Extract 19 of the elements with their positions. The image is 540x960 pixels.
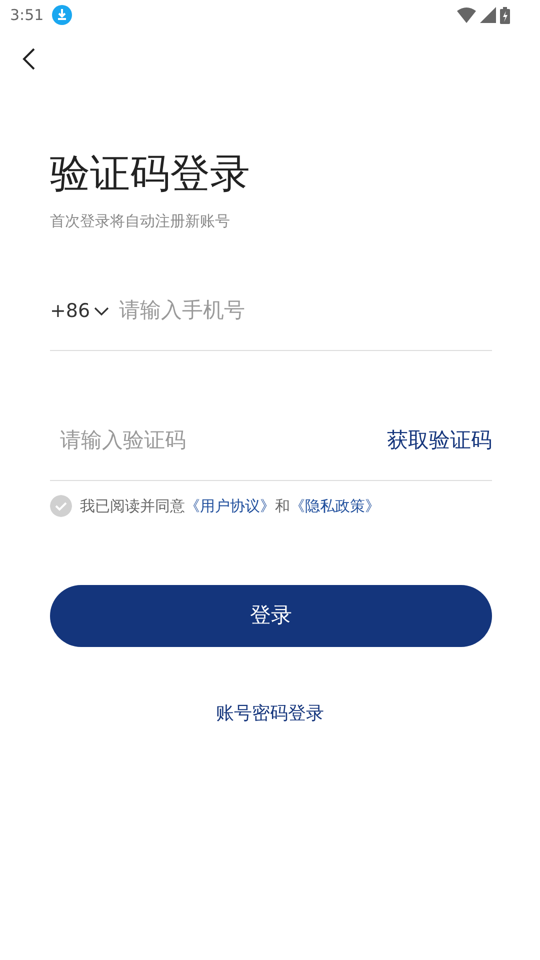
back-icon[interactable] [22, 47, 36, 71]
code-input[interactable]: 请输入验证码 [58, 424, 387, 458]
login-button[interactable]: 登录 [50, 585, 492, 647]
policy-link[interactable]: 《隐私政策》 [290, 496, 380, 514]
caret-icon [94, 306, 110, 316]
page-title: 验证码登录 [50, 150, 251, 198]
wifi-icon [457, 7, 476, 23]
subtitle: 首次登录将自动注册新账号 [50, 211, 231, 232]
phone-input[interactable]: 请输入手机号 [117, 294, 492, 328]
policy-link[interactable]: 《用户协议》 [185, 496, 275, 514]
agreement-text: 我已阅读并同意《用户协议》和《隐私政策》 [80, 496, 380, 516]
signal-icon [480, 7, 496, 23]
password-login-link[interactable]: 账号密码登录 [210, 699, 330, 728]
battery-icon [500, 6, 510, 24]
status-time: 3:51 [10, 4, 44, 26]
agree-checkbox[interactable] [50, 494, 72, 517]
download-icon [52, 5, 72, 25]
country-code-dropdown[interactable]: +86 [50, 296, 110, 326]
get-code-button[interactable]: 获取验证码 [387, 425, 492, 457]
